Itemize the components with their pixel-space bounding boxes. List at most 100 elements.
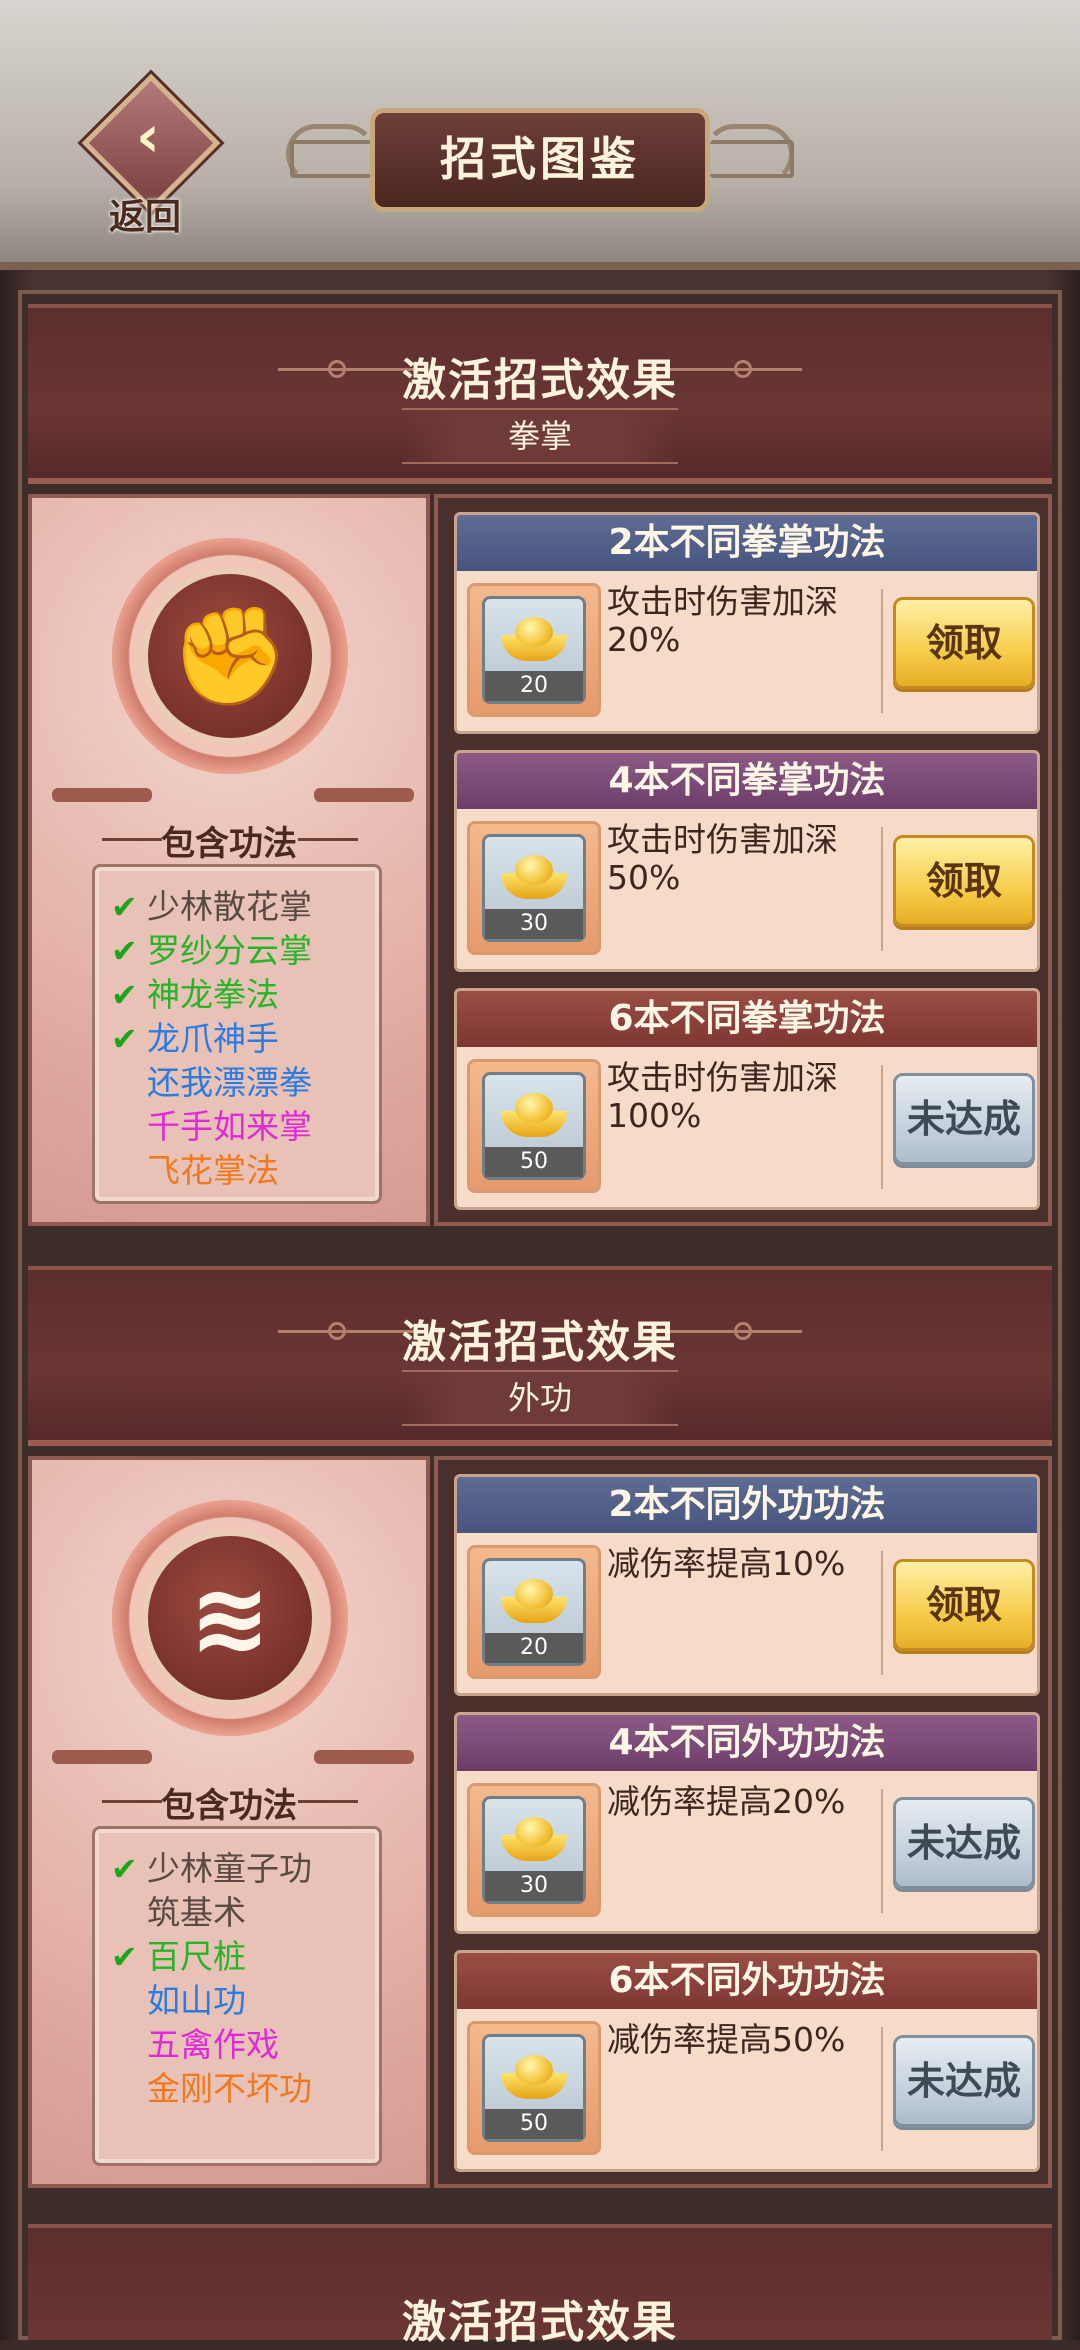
- gold-ingot-icon: [501, 1817, 567, 1863]
- skill-item[interactable]: 五禽作戏: [111, 2023, 279, 2067]
- not-achieved-button[interactable]: 未达成: [893, 2035, 1035, 2127]
- skill-name: 如山功: [147, 1981, 246, 2020]
- checkmark-icon: ✔: [111, 1850, 138, 1888]
- skill-item[interactable]: ✔ 少林童子功: [111, 1847, 312, 1891]
- skill-item[interactable]: 飞花掌法: [111, 1149, 279, 1193]
- reward-count: 20: [485, 1633, 583, 1663]
- reward-frame: 20: [482, 596, 586, 704]
- card-divider: [881, 2027, 883, 2151]
- skill-name: 神龙拳法: [147, 975, 279, 1014]
- reward-frame: 30: [482, 1796, 586, 1904]
- card-divider: [881, 1789, 883, 1913]
- tier-effect: 减伤率提高50%: [607, 2020, 846, 2059]
- skill-item[interactable]: 筑基术: [111, 1891, 246, 1935]
- card-divider: [881, 1065, 883, 1189]
- gold-ingot-icon: [501, 2055, 567, 2101]
- skill-name: 金刚不坏功: [147, 2069, 312, 2108]
- skill-list: ✔ 少林童子功 筑基术 ✔ 百尺桩 如山功 五禽作戏 金刚不坏功: [92, 1826, 382, 2166]
- skill-item[interactable]: ✔ 神龙拳法: [111, 973, 279, 1017]
- tier-header: 2本不同拳掌功法: [457, 515, 1037, 571]
- skill-list: ✔ 少林散花掌 ✔ 罗纱分云掌 ✔ 神龙拳法 ✔ 龙爪神手 还我漂漂拳 千手如来掌 飞花掌法: [92, 864, 382, 1204]
- checkmark-icon: ✔: [111, 976, 138, 1014]
- tier-effect: 减伤率提高20%: [607, 1782, 846, 1821]
- skill-item[interactable]: 如山功: [111, 1979, 246, 2023]
- skill-name: 筑基术: [147, 1893, 246, 1932]
- contains-label: 包含功法: [161, 1786, 297, 1826]
- skill-name: 千手如来掌: [147, 1107, 312, 1146]
- tier-header: 4本不同拳掌功法: [457, 753, 1037, 809]
- reward-frame: 30: [482, 834, 586, 942]
- reward-item[interactable]: 20: [467, 583, 601, 717]
- tier-effect: 攻击时伤害加深50%: [607, 820, 838, 897]
- checkmark-icon: ✔: [111, 932, 138, 970]
- reward-item[interactable]: 20: [467, 1545, 601, 1679]
- contains-label: 包含功法: [161, 824, 297, 864]
- tier-effect: 攻击时伤害加深100%: [607, 1058, 838, 1135]
- skill-item[interactable]: 金刚不坏功: [111, 2067, 312, 2111]
- checkmark-icon: ✔: [111, 888, 138, 926]
- not-achieved-button[interactable]: 未达成: [893, 1797, 1035, 1889]
- skill-name: 五禽作戏: [147, 2025, 279, 2064]
- reward-count: 30: [485, 909, 583, 939]
- skill-item[interactable]: ✔ 百尺桩: [111, 1935, 246, 1979]
- bar-deco: [314, 1750, 414, 1764]
- reward-item[interactable]: 50: [467, 1059, 601, 1193]
- reward-count: 50: [485, 1147, 583, 1177]
- not-achieved-button[interactable]: 未达成: [893, 1073, 1035, 1165]
- reward-frame: 50: [482, 2034, 586, 2142]
- tier-card: 4本不同外功功法 30 减伤率提高20% 未达成: [454, 1712, 1040, 1934]
- swirl-emblem-icon: ≋: [142, 1530, 318, 1706]
- checkmark-icon: ✔: [111, 1938, 138, 1976]
- section-category: 外功: [402, 1370, 678, 1426]
- bar-deco: [52, 788, 152, 802]
- skill-item[interactable]: ✔ 龙爪神手: [111, 1017, 279, 1061]
- card-divider: [881, 827, 883, 951]
- skill-item[interactable]: ✔ 罗纱分云掌: [111, 929, 312, 973]
- reward-item[interactable]: 30: [467, 821, 601, 955]
- tier-header: 2本不同外功功法: [457, 1477, 1037, 1533]
- title-wing-left: [290, 140, 374, 178]
- tier-card: 2本不同拳掌功法 20 攻击时伤害加深20% 领取: [454, 512, 1040, 734]
- skill-name: 还我漂漂拳: [147, 1063, 312, 1102]
- reward-item[interactable]: 50: [467, 2021, 601, 2155]
- emblem-glyph: ✊: [170, 600, 290, 712]
- tier-card: 6本不同外功功法 50 减伤率提高50% 未达成: [454, 1950, 1040, 2172]
- bar-deco: [314, 788, 414, 802]
- skill-name: 百尺桩: [147, 1937, 246, 1976]
- back-button[interactable]: ‹ 返回: [80, 73, 221, 238]
- emblem-glyph: ≋: [189, 1562, 271, 1674]
- next-section-title: 激活招式效果: [402, 2297, 678, 2348]
- fist-emblem-icon: ✊: [142, 568, 318, 744]
- gold-ingot-icon: [501, 1093, 567, 1139]
- tier-header: 6本不同拳掌功法: [457, 991, 1037, 1047]
- skill-item[interactable]: 千手如来掌: [111, 1105, 312, 1149]
- bar-deco: [52, 1750, 152, 1764]
- claim-button[interactable]: 领取: [893, 835, 1035, 927]
- tier-effect: 减伤率提高10%: [607, 1544, 846, 1583]
- title-wing-right: [710, 140, 794, 178]
- skill-panel: ≋ 包含功法 ✔ 少林童子功 筑基术 ✔ 百尺桩 如山功 五禽作戏 金刚不坏功: [28, 1456, 430, 2188]
- reward-count: 20: [485, 671, 583, 701]
- tier-effect: 攻击时伤害加深20%: [607, 582, 838, 659]
- skill-name: 少林散花掌: [147, 887, 312, 926]
- back-label: 返回: [108, 197, 181, 238]
- checkmark-icon: ✔: [111, 1020, 138, 1058]
- back-arrow-icon: ‹: [136, 102, 160, 170]
- title-plate: 招式图鉴: [370, 108, 710, 212]
- skill-name: 飞花掌法: [147, 1151, 279, 1190]
- reward-frame: 50: [482, 1072, 586, 1180]
- skill-name: 龙爪神手: [147, 1019, 279, 1058]
- gold-ingot-icon: [501, 855, 567, 901]
- claim-button[interactable]: 领取: [893, 1559, 1035, 1651]
- gold-ingot-icon: [501, 617, 567, 663]
- reward-frame: 20: [482, 1558, 586, 1666]
- card-divider: [881, 589, 883, 713]
- page-title: 招式图鉴: [440, 132, 640, 186]
- tier-header: 6本不同外功功法: [457, 1953, 1037, 2009]
- claim-button[interactable]: 领取: [893, 597, 1035, 689]
- reward-item[interactable]: 30: [467, 1783, 601, 1917]
- skill-item[interactable]: 还我漂漂拳: [111, 1061, 312, 1105]
- skill-item[interactable]: ✔ 少林散花掌: [111, 885, 312, 929]
- section-category: 拳掌: [402, 408, 678, 464]
- section-title: 激活招式效果: [402, 1317, 678, 1368]
